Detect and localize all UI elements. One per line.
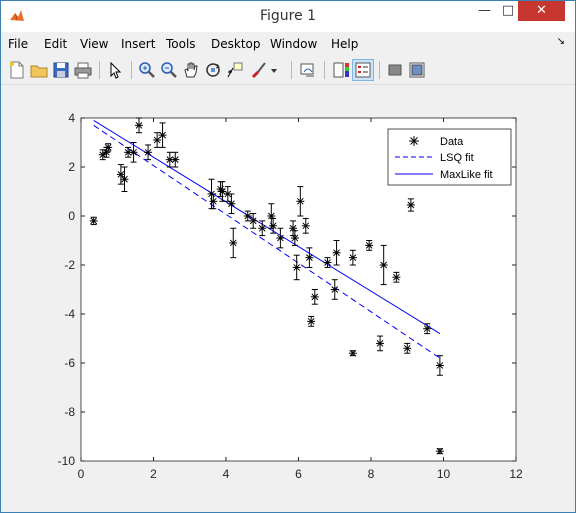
dock-arrow-icon[interactable]: ↘ (557, 36, 565, 47)
close-button[interactable]: ✕ (518, 1, 565, 21)
x-tick-label: 12 (509, 467, 523, 481)
x-tick-label: 8 (368, 467, 375, 481)
scatter-plot: 0 2 4 6 8 10 12 -10 -8 -6 -4 -2 0 2 4 Data LSQ fit Max… (58, 111, 523, 481)
menu-edit[interactable]: Edit (44, 37, 67, 51)
legend-data-marker (409, 136, 419, 146)
brush-icon[interactable] (249, 60, 269, 80)
hide-plot-tools-icon[interactable] (385, 60, 405, 80)
print-icon[interactable] (73, 60, 93, 80)
figure-window: Figure 1 — □ ✕ File Edit View Insert Too… (0, 0, 576, 513)
toolbar-separator (291, 61, 292, 79)
legend-maxlike-label: MaxLike fit (440, 169, 493, 181)
zoom-out-icon[interactable] (159, 60, 179, 80)
data-point[interactable] (104, 143, 113, 152)
show-plot-tools-icon[interactable] (407, 60, 427, 80)
data-point[interactable] (89, 216, 98, 226)
title-bar: Figure 1 — □ ✕ (1, 1, 575, 32)
y-tick-label: -6 (64, 356, 75, 370)
menu-bar: File Edit View Insert Tools Desktop Wind… (1, 33, 575, 55)
legend-data-label: Data (440, 136, 464, 148)
toolbar-separator (99, 61, 100, 79)
y-tick-label: 0 (68, 209, 75, 223)
zoom-in-icon[interactable] (137, 60, 157, 80)
menu-window[interactable]: Window (270, 37, 317, 51)
y-tick-label: -8 (64, 405, 75, 419)
menu-desktop[interactable]: Desktop (211, 37, 261, 51)
colorbar-icon[interactable] (331, 60, 351, 80)
save-icon[interactable] (51, 60, 71, 80)
menu-view[interactable]: View (80, 37, 108, 51)
data-cursor-icon[interactable] (225, 60, 245, 80)
y-tick-label: -4 (64, 307, 75, 321)
pan-hand-icon[interactable] (181, 60, 201, 80)
x-tick-label: 4 (223, 467, 230, 481)
data-point[interactable] (435, 447, 444, 455)
data-point[interactable] (348, 349, 357, 357)
y-tick-label: 2 (68, 160, 75, 174)
menu-file[interactable]: File (8, 37, 28, 51)
x-tick-label: 6 (295, 467, 302, 481)
legend-icon[interactable] (352, 59, 374, 81)
toolbar-separator (324, 61, 325, 79)
new-figure-icon[interactable] (7, 60, 27, 80)
x-tick-label: 2 (150, 467, 157, 481)
minimize-button[interactable]: — (471, 1, 498, 21)
toolbar-separator (379, 61, 380, 79)
figure-toolbar (1, 56, 575, 85)
legend-lsq-label: LSQ fit (440, 152, 474, 164)
y-tick-label: 4 (68, 111, 75, 125)
maximize-button[interactable]: □ (498, 1, 518, 21)
figure-canvas: 0 2 4 6 8 10 12 -10 -8 -6 -4 -2 0 2 4 Data LSQ fit Max… (9, 85, 567, 505)
menu-tools[interactable]: Tools (166, 37, 196, 51)
brush-dropdown-icon[interactable] (269, 60, 279, 80)
link-plot-icon[interactable] (298, 60, 318, 80)
menu-help[interactable]: Help (331, 37, 358, 51)
menu-insert[interactable]: Insert (121, 37, 155, 51)
edit-plot-arrow-icon[interactable] (105, 60, 125, 80)
legend[interactable]: Data LSQ fit MaxLike fit (387, 128, 512, 186)
rotate-3d-icon[interactable] (203, 60, 223, 80)
toolbar-separator (131, 61, 132, 79)
y-tick-label: -10 (58, 454, 76, 468)
open-file-icon[interactable] (29, 60, 49, 80)
x-tick-label: 0 (78, 467, 85, 481)
x-tick-label: 10 (437, 467, 451, 481)
y-tick-label: -2 (64, 258, 75, 272)
